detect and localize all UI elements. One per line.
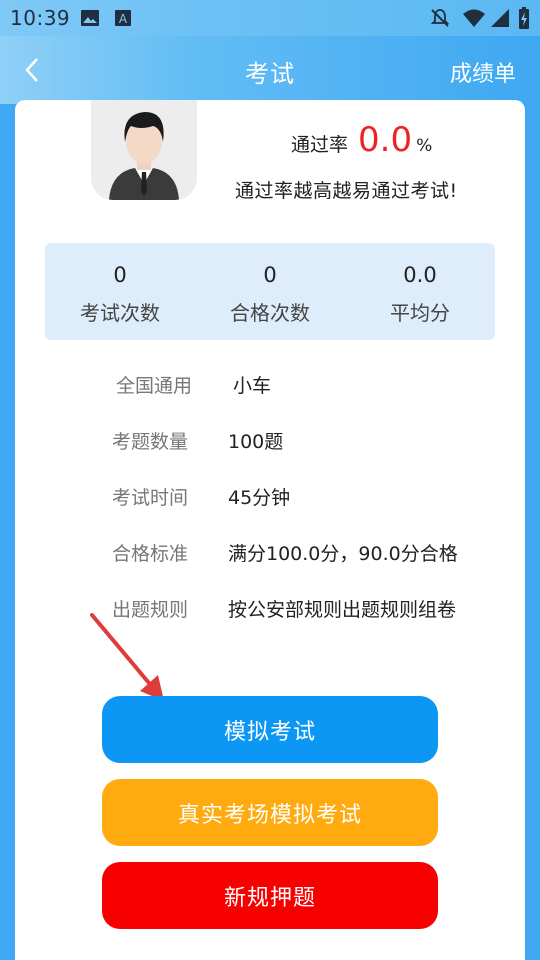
stat-exam-count: 0 考试次数 (45, 243, 195, 340)
info-value: 小车 (233, 375, 272, 397)
exam-card: 通过率 0.0 % 通过率越高越易通过考试! 0 考试次数 0 合格次数 0.0… (15, 100, 525, 960)
text-a-icon: A (115, 10, 131, 26)
info-value: 按公安部规则出题规则组卷 (228, 599, 457, 621)
pass-rate-hint: 通过率越高越易通过考试! (235, 180, 458, 202)
info-key: 全国通用 (115, 375, 192, 397)
info-value: 45分钟 (228, 487, 291, 509)
image-icon (81, 10, 99, 26)
user-avatar-icon (109, 112, 179, 200)
red-arrow-annotation (90, 613, 164, 701)
info-row-pass-standard: 合格标准 满分100.0分，90.0分合格 (15, 539, 525, 579)
pass-rate-unit: % (416, 136, 433, 156)
wifi-icon (463, 9, 485, 27)
info-key: 合格标准 (111, 543, 188, 565)
app-header: 考试 成绩单 (0, 36, 540, 104)
info-row-vehicle: 全国通用 小车 (15, 371, 525, 411)
info-value: 100题 (228, 431, 284, 453)
mock-exam-button[interactable]: 模拟考试 (102, 696, 438, 763)
mute-bell-icon (430, 9, 450, 27)
status-bar: 10:39 A (0, 0, 540, 36)
stat-value: 0 (263, 263, 277, 287)
stat-average-score: 0.0 平均分 (345, 243, 495, 340)
info-row-question-count: 考题数量 100题 (15, 427, 525, 467)
info-key: 考试时间 (111, 487, 188, 509)
real-exam-simulation-button[interactable]: 真实考场模拟考试 (102, 779, 438, 846)
signal-icon (491, 9, 509, 27)
pass-rate: 通过率 0.0 % (291, 120, 432, 160)
pass-rate-value: 0.0 (358, 120, 413, 160)
info-row-exam-time: 考试时间 45分钟 (15, 483, 525, 523)
stat-pass-count: 0 合格次数 (195, 243, 345, 340)
stats-panel: 0 考试次数 0 合格次数 0.0 平均分 (45, 243, 495, 340)
status-time: 10:39 (10, 6, 71, 30)
new-rules-questions-button[interactable]: 新规押题 (102, 862, 438, 929)
stat-label: 平均分 (390, 301, 450, 325)
stat-label: 考试次数 (80, 301, 160, 325)
info-key: 考题数量 (111, 431, 188, 453)
avatar (91, 100, 197, 200)
svg-text:A: A (119, 12, 128, 26)
score-report-button[interactable]: 成绩单 (450, 56, 516, 88)
info-value: 满分100.0分，90.0分合格 (228, 543, 458, 565)
battery-charging-icon (519, 7, 529, 29)
pass-rate-label: 通过率 (291, 134, 349, 156)
stat-label: 合格次数 (230, 301, 310, 325)
stat-value: 0.0 (403, 263, 437, 287)
stat-value: 0 (113, 263, 127, 287)
